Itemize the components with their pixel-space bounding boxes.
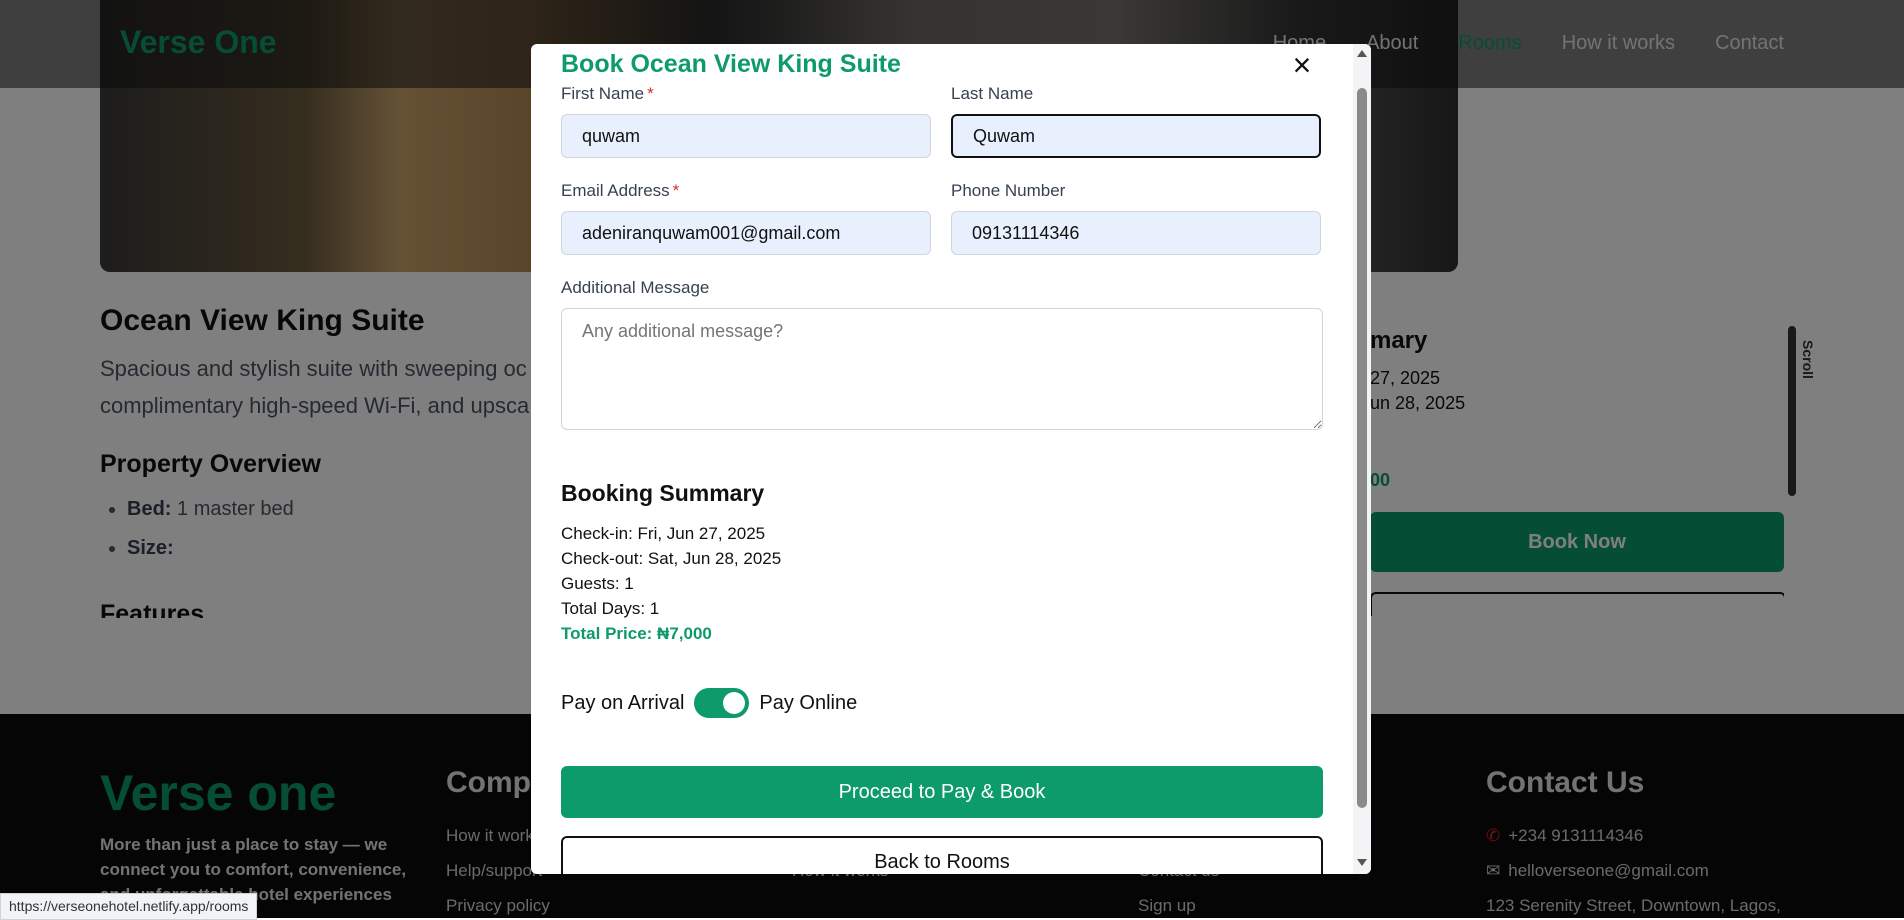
- status-bar-url: https://verseonehotel.netlify.app/rooms: [0, 893, 258, 920]
- payment-toggle[interactable]: [694, 688, 750, 718]
- first-name-label: First Name *: [561, 84, 654, 104]
- phone-input[interactable]: [951, 211, 1321, 255]
- toggle-knob: [723, 692, 746, 714]
- pay-online-label: Pay Online: [759, 691, 858, 714]
- scroll-up-arrow-icon[interactable]: [1357, 50, 1367, 57]
- modal-scrollbar[interactable]: [1353, 44, 1371, 874]
- last-name-label: Last Name: [951, 84, 1034, 103]
- phone-label: Phone Number: [951, 181, 1066, 200]
- summary-guests: Guests: 1: [561, 574, 634, 593]
- email-input[interactable]: [561, 211, 931, 255]
- booking-form: Book Ocean View King Suite × First Name *…: [561, 44, 1323, 874]
- summary-check-in: Check-in: Fri, Jun 27, 2025: [561, 524, 766, 543]
- required-mark: *: [647, 84, 654, 103]
- summary-total-price: Total Price: ₦7,000: [561, 624, 712, 643]
- booking-summary-title: Booking Summary: [561, 480, 765, 506]
- last-name-input[interactable]: [951, 114, 1321, 158]
- message-textarea[interactable]: [561, 308, 1323, 430]
- summary-check-out: Check-out: Sat, Jun 28, 2025: [561, 549, 782, 568]
- email-label-text: Email Address: [561, 181, 670, 200]
- modal-scroll-thumb[interactable]: [1357, 88, 1367, 808]
- booking-modal: Book Ocean View King Suite × First Name *…: [531, 44, 1371, 874]
- summary-total-days: Total Days: 1: [561, 599, 660, 618]
- payment-toggle-row: Pay on Arrival Pay Online: [561, 688, 857, 718]
- first-name-input[interactable]: [561, 114, 931, 158]
- back-to-rooms-button[interactable]: Back to Rooms: [561, 836, 1323, 874]
- close-icon[interactable]: ×: [1287, 49, 1317, 81]
- scroll-down-arrow-icon[interactable]: [1357, 859, 1367, 866]
- required-mark: *: [672, 181, 680, 200]
- pay-on-arrival-label: Pay on Arrival: [561, 691, 685, 714]
- first-name-label-text: First Name: [561, 84, 645, 103]
- email-label: Email Address *: [561, 181, 679, 201]
- message-label: Additional Message: [561, 278, 710, 297]
- modal-title: Book Ocean View King Suite: [561, 50, 901, 78]
- proceed-to-pay-button[interactable]: Proceed to Pay & Book: [561, 766, 1323, 818]
